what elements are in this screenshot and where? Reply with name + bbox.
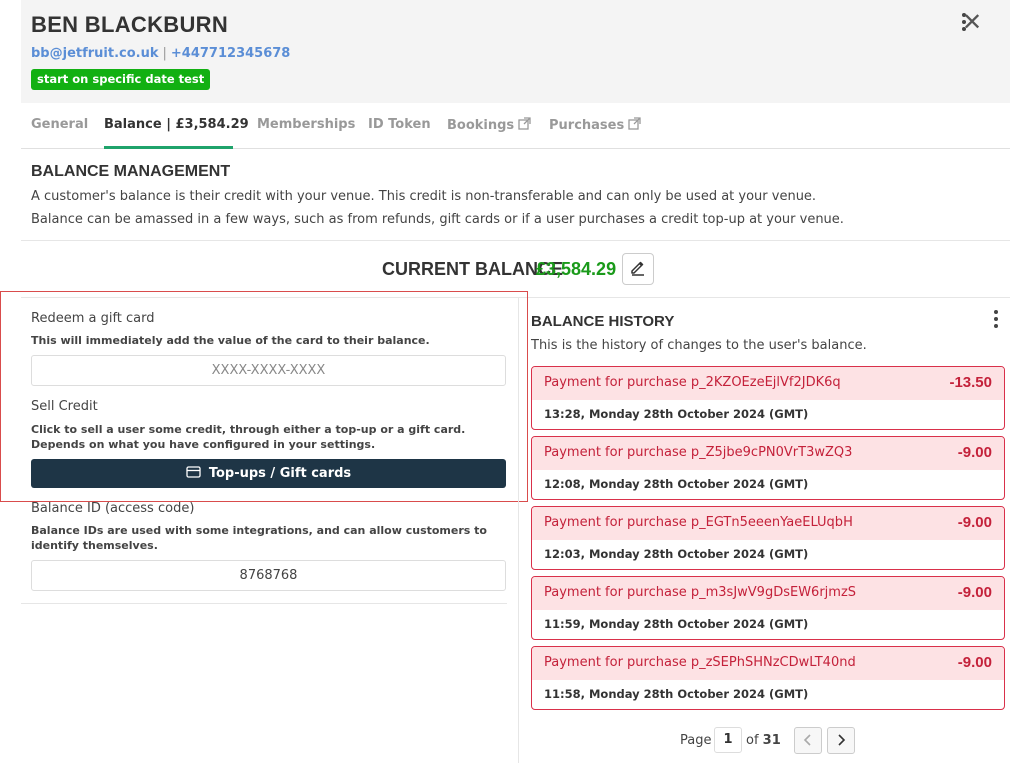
email-link[interactable]: bb@jetfruit.co.uk [31,46,159,61]
close-icon[interactable]: ✕ [962,10,982,34]
history-item-description: Payment for purchase p_zSEPhSHNzCDwLT40n… [544,655,856,670]
balance-history-title: BALANCE HISTORY [531,313,675,330]
balance-history-description: This is the history of changes to the us… [531,338,867,353]
tab-balance[interactable]: Balance | £3,584.29 [104,117,249,132]
tab-purchases[interactable]: Purchases [549,117,641,134]
divider [21,603,507,604]
history-item-description: Payment for purchase p_m3sJwV9gDsEW6rjmz… [544,585,857,600]
active-tab-indicator [104,146,233,149]
history-item-amount: -9.00 [957,584,992,601]
redeem-gift-card-help: This will immediately add the value of t… [31,334,430,347]
history-item: Payment for purchase p_EGTn5eeenYaeELUqb… [531,506,1005,570]
balance-description-1: A customer's balance is their credit wit… [31,189,817,204]
history-item-amount: -13.50 [949,374,992,391]
external-link-icon [518,117,531,134]
history-item-description: Payment for purchase p_EGTn5eeenYaeELUqb… [544,515,853,530]
pencil-icon [629,258,647,280]
redeem-gift-card-label: Redeem a gift card [31,311,155,326]
sell-credit-help: Click to sell a user some credit, throug… [31,423,466,451]
history-item-time: 12:03, Monday 28th October 2024 (GMT) [544,547,809,561]
history-item-amount: -9.00 [957,444,992,461]
customer-header: BEN BLACKBURN bb@jetfruit.co.uk | +4477123… [21,0,1010,103]
gift-card-code-input[interactable]: XXXX-XXXX-XXXX [31,355,506,386]
contact-separator: | [162,46,167,61]
credit-card-icon [186,465,201,482]
balance-id-input[interactable]: 8768768 [31,560,506,591]
tab-bookings[interactable]: Bookings [447,117,531,134]
external-link-icon [628,117,641,134]
history-item: Payment for purchase p_Z5jbe9cPN0VrT3wZQ… [531,436,1005,500]
tab-general[interactable]: General [31,117,88,132]
divider [21,240,1010,241]
balance-management-title: BALANCE MANAGEMENT [31,163,231,180]
tab-purchases-label: Purchases [549,118,625,133]
membership-badge: start on specific date test [31,69,211,90]
chevron-left-icon [803,731,813,750]
history-item-time: 13:28, Monday 28th October 2024 (GMT) [544,407,809,421]
phone-link[interactable]: +447712345678 [171,46,290,61]
page-number-input[interactable]: 1 [714,727,742,753]
customer-name: BEN BLACKBURN [31,12,229,37]
pagination-page-label: Page [680,733,712,748]
balance-id-help: Balance IDs are used with some integrati… [31,524,487,552]
next-page-button[interactable] [827,727,855,754]
history-more-options-icon[interactable] [993,310,999,331]
chevron-right-icon [836,731,846,750]
history-item-time: 11:59, Monday 28th October 2024 (GMT) [544,617,809,631]
pagination-total: 31 [762,733,781,748]
history-item-amount: -9.00 [957,654,992,671]
history-item: Payment for purchase p_2KZOEzeEjlVf2JDK6… [531,366,1005,430]
history-item-description: Payment for purchase p_2KZOEzeEjlVf2JDK6… [544,375,841,390]
history-item-description: Payment for purchase p_Z5jbe9cPN0VrT3wZQ… [544,445,853,460]
history-item-amount: -9.00 [957,514,992,531]
pagination-of-label: of 31 [746,733,781,748]
sell-credit-label: Sell Credit [31,399,98,414]
topups-gift-cards-button[interactable]: Top-ups / Gift cards [31,459,506,488]
topups-gift-cards-label: Top-ups / Gift cards [208,466,352,481]
history-item: Payment for purchase p_m3sJwV9gDsEW6rjmz… [531,576,1005,640]
contact-line: bb@jetfruit.co.uk | +447712345678 [31,46,290,61]
tab-bookings-label: Bookings [447,118,515,133]
tab-memberships[interactable]: Memberships [257,117,355,132]
edit-balance-button[interactable] [622,253,654,285]
history-item: Payment for purchase p_zSEPhSHNzCDwLT40n… [531,646,1005,710]
tab-id-token[interactable]: ID Token [368,117,431,132]
tab-bar: General Balance | £3,584.29 Memberships … [21,103,1010,149]
history-item-time: 12:08, Monday 28th October 2024 (GMT) [544,477,809,491]
previous-page-button[interactable] [794,727,822,754]
balance-id-label: Balance ID (access code) [31,501,195,516]
history-item-time: 11:58, Monday 28th October 2024 (GMT) [544,687,809,701]
balance-description-2: Balance can be amassed in a few ways, su… [31,212,844,227]
current-balance-value: £3,584.29 [536,259,617,279]
column-divider [518,298,519,763]
